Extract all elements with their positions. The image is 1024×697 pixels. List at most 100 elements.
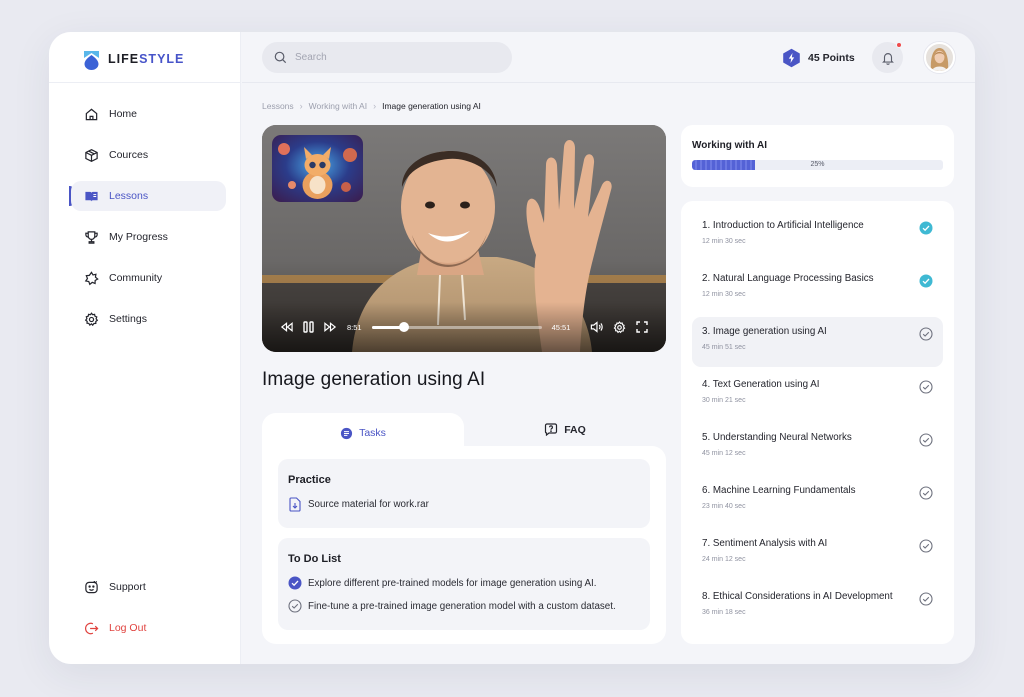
faq-icon (545, 423, 558, 436)
volume-icon[interactable] (590, 321, 604, 333)
course-progress-percent: 25% (810, 161, 825, 168)
video-player[interactable]: 8:51 45:51 (262, 125, 666, 352)
lesson-item-duration: 45 min 12 sec (702, 450, 746, 457)
practice-title: Practice (288, 474, 331, 486)
lesson-item-duration: 30 min 21 sec (702, 397, 746, 404)
lesson-item-7[interactable]: 7. Sentiment Analysis with AI 24 min 12 … (692, 529, 943, 579)
total-time: 45:51 (551, 322, 571, 332)
lesson-item-title: 1. Introduction to Artificial Intelligen… (702, 220, 864, 231)
breadcrumb-current: Image generation using AI (382, 101, 481, 111)
points-label: 45 Points (808, 52, 855, 64)
tab-faq-label: FAQ (564, 423, 586, 436)
sidebar-item-label: Settings (109, 313, 147, 325)
checked-circle-icon (288, 576, 302, 590)
bell-icon (881, 52, 894, 65)
search-input[interactable] (295, 52, 495, 63)
rewind-icon (280, 322, 293, 332)
fullscreen-icon[interactable] (636, 321, 649, 333)
video-controls-row: 8:51 45:51 (280, 320, 649, 334)
notification-dot (896, 42, 902, 48)
box-icon (84, 148, 99, 163)
logo-icon (84, 50, 99, 70)
lesson-item-1[interactable]: 1. Introduction to Artificial Intelligen… (692, 211, 943, 261)
cat-thumbnail-image (272, 135, 363, 202)
seek-bar-handle[interactable] (398, 322, 409, 332)
support-label: Support (109, 581, 146, 593)
todo-item[interactable]: Explore different pre-trained models for… (288, 576, 596, 590)
sidebar-item-lessons[interactable]: Lessons (71, 181, 226, 211)
lesson-item-title: 6. Machine Learning Fundamentals (702, 485, 856, 496)
avatar[interactable] (924, 42, 955, 73)
sidebar-item-label: My Progress (109, 231, 168, 243)
tab-tasks-label: Tasks (359, 427, 386, 439)
practice-section: Practice Source material for work.rar (278, 459, 650, 528)
sidebar-item-courses[interactable]: Cources (71, 140, 226, 170)
home-icon (84, 107, 99, 122)
course-progress-card: Working with AI 25% (681, 125, 954, 187)
sidebar-item-label: Community (109, 272, 163, 284)
pause-icon (303, 321, 314, 333)
completed-check-icon (919, 274, 933, 288)
search-box[interactable] (262, 42, 512, 73)
todo-item[interactable]: Fine-tune a pre-trained image generation… (288, 599, 616, 613)
search-icon (274, 51, 287, 64)
points-badge[interactable]: 45 Points (782, 48, 855, 68)
lesson-item-title: 2. Natural Language Processing Basics (702, 273, 874, 284)
sidebar-item-settings[interactable]: Settings (71, 304, 226, 334)
logout-label: Log Out (109, 622, 147, 634)
brand-logo[interactable]: LIFESTYLE (83, 48, 184, 70)
rewind-button[interactable] (280, 320, 293, 334)
pending-check-icon (919, 433, 933, 447)
lesson-item-6[interactable]: 6. Machine Learning Fundamentals 23 min … (692, 476, 943, 526)
current-time: 8:51 (347, 322, 362, 332)
pause-button[interactable] (303, 320, 314, 334)
book-icon (84, 189, 99, 204)
pending-check-icon (919, 539, 933, 553)
brand-name: LIFESTYLE (108, 52, 185, 66)
lesson-item-duration: 45 min 51 sec (702, 344, 746, 351)
breadcrumb-link-lessons[interactable]: Lessons (262, 101, 294, 111)
lesson-item-title: 3. Image generation using AI (702, 326, 827, 337)
pending-check-icon (919, 380, 933, 394)
lesson-item-title: 5. Understanding Neural Networks (702, 432, 852, 443)
breadcrumb-link-course[interactable]: Working with AI (309, 101, 367, 111)
lesson-item-2[interactable]: 2. Natural Language Processing Basics 12… (692, 264, 943, 314)
forward-icon (324, 322, 337, 332)
forward-button[interactable] (324, 320, 337, 334)
sidebar: LIFESTYLE Home Cources Lessons My Progre… (49, 32, 241, 664)
lesson-item-5[interactable]: 5. Understanding Neural Networks 45 min … (692, 423, 943, 473)
sidebar-item-community[interactable]: Community (71, 263, 226, 293)
sidebar-item-support[interactable]: Support (71, 572, 226, 602)
video-controls: 8:51 45:51 (262, 302, 666, 352)
file-download-icon (289, 497, 301, 512)
sidebar-item-home[interactable]: Home (71, 99, 226, 129)
sidebar-item-label: Cources (109, 149, 149, 161)
logout-icon (84, 621, 99, 636)
sidebar-item-label: Lessons (109, 190, 149, 202)
gear-icon (84, 311, 99, 327)
hexagon-bolt-icon (783, 48, 800, 68)
sidebar-item-label: Home (109, 108, 138, 120)
app-window: LIFESTYLE Home Cources Lessons My Progre… (49, 32, 975, 664)
unchecked-circle-icon (288, 599, 302, 613)
practice-file-link[interactable]: Source material for work.rar (288, 497, 429, 512)
lesson-item-3[interactable]: 3. Image generation using AI 45 min 51 s… (692, 317, 943, 367)
video-seek-bar[interactable] (371, 322, 542, 332)
chevron-right-icon: › (373, 101, 377, 111)
lesson-tabs: Tasks FAQ Practice Source material for w… (262, 413, 666, 644)
pending-check-icon (919, 327, 933, 341)
tab-faq[interactable]: FAQ (464, 413, 666, 446)
pending-check-icon (919, 486, 933, 500)
logout-button[interactable]: Log Out (71, 613, 226, 643)
lesson-item-8[interactable]: 8. Ethical Considerations in AI Developm… (692, 582, 943, 632)
tab-tasks[interactable]: Tasks (262, 413, 464, 453)
settings-gear-icon[interactable] (613, 320, 626, 334)
sidebar-item-my-progress[interactable]: My Progress (71, 222, 226, 252)
lesson-item-duration: 12 min 30 sec (702, 238, 746, 245)
lesson-item-duration: 36 min 18 sec (702, 609, 746, 616)
course-progress-bar: 25% (692, 160, 943, 170)
breadcrumb: Lessons › Working with AI › Image genera… (262, 101, 481, 111)
video-controls-right (590, 320, 649, 334)
lesson-item-duration: 24 min 12 sec (702, 556, 746, 563)
lesson-item-4[interactable]: 4. Text Generation using AI 30 min 21 se… (692, 370, 943, 420)
